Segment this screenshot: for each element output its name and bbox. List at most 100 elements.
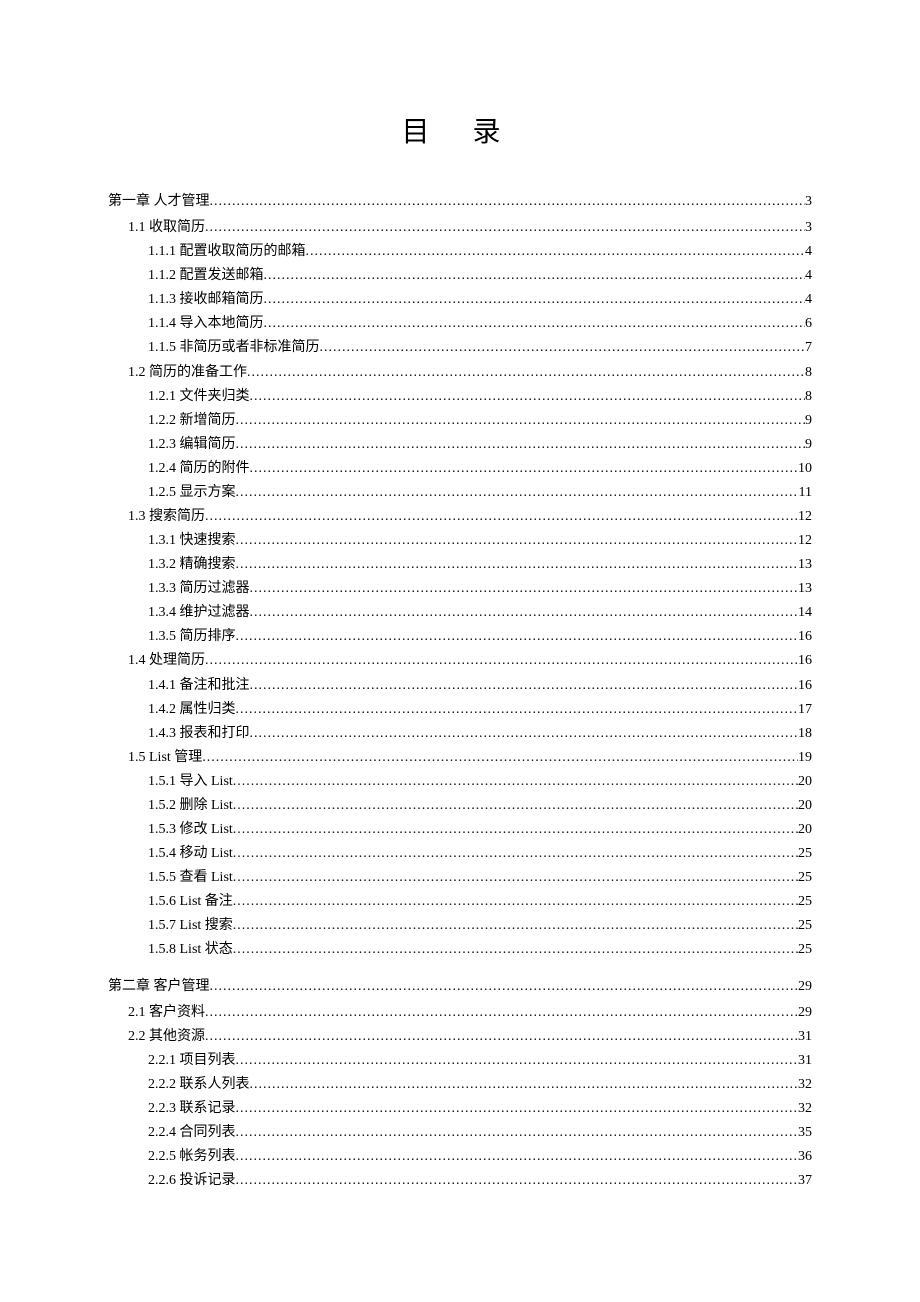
toc-dots bbox=[202, 746, 798, 770]
toc-entry[interactable]: 1.5.8 List 状态25 bbox=[108, 938, 812, 962]
toc-entry-label: 1.5.2 删除 List bbox=[148, 794, 233, 818]
toc-entry-page: 35 bbox=[798, 1121, 812, 1145]
toc-entry[interactable]: 1.2.3 编辑简历 9 bbox=[108, 433, 812, 457]
toc-entry[interactable]: 1.1.4 导入本地简历6 bbox=[108, 312, 812, 336]
toc-entry[interactable]: 2.2 其他资源31 bbox=[108, 1025, 812, 1049]
toc-entry[interactable]: 2.2.5 帐务列表36 bbox=[108, 1145, 812, 1169]
toc-entry-page: 31 bbox=[798, 1049, 812, 1073]
toc-entry-label: 2.2.6 投诉记录 bbox=[148, 1169, 236, 1193]
toc-dots bbox=[233, 914, 798, 938]
toc-entry-label: 1.4.3 报表和打印 bbox=[148, 722, 250, 746]
toc-entry[interactable]: 2.2.1 项目列表31 bbox=[108, 1049, 812, 1073]
toc-entry-page: 20 bbox=[798, 794, 812, 818]
toc-dots bbox=[210, 190, 806, 214]
toc-page: 目 录 第一章 人才管理31.1 收取简历31.1.1 配置收取简历的邮箱41.… bbox=[0, 0, 920, 1273]
toc-entry[interactable]: 1.1.1 配置收取简历的邮箱4 bbox=[108, 240, 812, 264]
toc-entry[interactable]: 1.2.4 简历的附件10 bbox=[108, 457, 812, 481]
toc-entry-label: 第二章 客户管理 bbox=[108, 975, 210, 999]
toc-entry-label: 1.5 List 管理 bbox=[128, 746, 202, 770]
toc-entry-page: 16 bbox=[798, 674, 812, 698]
toc-entry[interactable]: 1.5.6 List 备注25 bbox=[108, 890, 812, 914]
toc-entry-label: 1.5.6 List 备注 bbox=[148, 890, 233, 914]
toc-entry-label: 2.1 客户资料 bbox=[128, 1001, 205, 1025]
toc-dots bbox=[247, 361, 805, 385]
toc-entry-label: 1.5.5 查看 List bbox=[148, 866, 233, 890]
toc-entry-page: 8 bbox=[805, 361, 812, 385]
toc-entry-label: 1.3.4 维护过滤器 bbox=[148, 601, 250, 625]
toc-entry[interactable]: 1.5.4 移动 List25 bbox=[108, 842, 812, 866]
toc-entry-label: 1.2 简历的准备工作 bbox=[128, 361, 247, 385]
toc-entry-label: 1.5.4 移动 List bbox=[148, 842, 233, 866]
toc-entry-page: 11 bbox=[799, 481, 812, 505]
toc-entry[interactable]: 1.1.3 接收邮箱简历4 bbox=[108, 288, 812, 312]
toc-entry[interactable]: 1.4 处理简历16 bbox=[108, 649, 812, 673]
toc-entry[interactable]: 1.4.2 属性归类17 bbox=[108, 698, 812, 722]
toc-entry[interactable]: 2.1 客户资料 29 bbox=[108, 1001, 812, 1025]
toc-dots bbox=[210, 975, 799, 999]
toc-entry[interactable]: 2.2.3 联系记录32 bbox=[108, 1097, 812, 1121]
toc-entry[interactable]: 1.3.2 精确搜索 13 bbox=[108, 553, 812, 577]
toc-entry[interactable]: 1.5.2 删除 List 20 bbox=[108, 794, 812, 818]
toc-container: 第一章 人才管理31.1 收取简历31.1.1 配置收取简历的邮箱41.1.2 … bbox=[108, 190, 812, 1193]
toc-entry[interactable]: 1.1 收取简历3 bbox=[108, 216, 812, 240]
toc-entry-page: 8 bbox=[805, 385, 812, 409]
toc-dots bbox=[233, 866, 798, 890]
toc-entry[interactable]: 2.2.4 合同列表 35 bbox=[108, 1121, 812, 1145]
toc-entry[interactable]: 1.2 简历的准备工作 8 bbox=[108, 361, 812, 385]
toc-entry-label: 1.1.2 配置发送邮箱 bbox=[148, 264, 264, 288]
toc-entry[interactable]: 1.3 搜索简历12 bbox=[108, 505, 812, 529]
toc-entry-page: 4 bbox=[805, 264, 812, 288]
toc-entry-page: 16 bbox=[798, 625, 812, 649]
toc-dots bbox=[250, 457, 799, 481]
toc-dots bbox=[205, 1025, 798, 1049]
toc-entry[interactable]: 1.4.1 备注和批注16 bbox=[108, 674, 812, 698]
toc-entry[interactable]: 1.3.4 维护过滤器14 bbox=[108, 601, 812, 625]
toc-entry[interactable]: 1.5.5 查看 List25 bbox=[108, 866, 812, 890]
toc-entry[interactable]: 1.1.5 非简历或者非标准简历7 bbox=[108, 336, 812, 360]
toc-dots bbox=[264, 312, 806, 336]
toc-dots bbox=[205, 1001, 798, 1025]
toc-entry-label: 2.2.4 合同列表 bbox=[148, 1121, 236, 1145]
toc-entry-page: 3 bbox=[805, 216, 812, 240]
toc-dots bbox=[205, 505, 798, 529]
toc-dots bbox=[236, 433, 806, 457]
toc-entry[interactable]: 1.3.3 简历过滤器13 bbox=[108, 577, 812, 601]
toc-entry[interactable]: 1.4.3 报表和打印18 bbox=[108, 722, 812, 746]
toc-entry-page: 4 bbox=[805, 240, 812, 264]
toc-dots bbox=[264, 288, 806, 312]
toc-entry[interactable]: 第一章 人才管理3 bbox=[108, 190, 812, 214]
toc-entry-label: 2.2.5 帐务列表 bbox=[148, 1145, 236, 1169]
toc-entry-page: 20 bbox=[798, 770, 812, 794]
toc-entry-label: 1.3.5 简历排序 bbox=[148, 625, 236, 649]
toc-entry[interactable]: 2.2.2 联系人列表32 bbox=[108, 1073, 812, 1097]
toc-entry-page: 10 bbox=[798, 457, 812, 481]
toc-entry[interactable]: 1.2.5 显示方案 11 bbox=[108, 481, 812, 505]
toc-entry-page: 32 bbox=[798, 1073, 812, 1097]
toc-entry[interactable]: 1.1.2 配置发送邮箱 4 bbox=[108, 264, 812, 288]
toc-entry[interactable]: 1.5 List 管理19 bbox=[108, 746, 812, 770]
toc-entry-page: 13 bbox=[798, 553, 812, 577]
toc-entry-page: 29 bbox=[798, 1001, 812, 1025]
toc-entry-label: 1.3.1 快速搜索 bbox=[148, 529, 236, 553]
toc-entry-label: 1.3.2 精确搜索 bbox=[148, 553, 236, 577]
toc-entry[interactable]: 1.2.2 新增简历9 bbox=[108, 409, 812, 433]
toc-dots bbox=[236, 1049, 799, 1073]
toc-entry-page: 9 bbox=[805, 433, 812, 457]
toc-entry[interactable]: 1.5.1 导入 List20 bbox=[108, 770, 812, 794]
toc-entry[interactable]: 1.3.1 快速搜索12 bbox=[108, 529, 812, 553]
toc-entry[interactable]: 1.3.5 简历排序 16 bbox=[108, 625, 812, 649]
toc-entry[interactable]: 2.2.6 投诉记录37 bbox=[108, 1169, 812, 1193]
toc-entry-label: 1.2.5 显示方案 bbox=[148, 481, 236, 505]
toc-entry[interactable]: 1.5.7 List 搜索25 bbox=[108, 914, 812, 938]
toc-entry[interactable]: 1.5.3 修改 List20 bbox=[108, 818, 812, 842]
toc-dots bbox=[233, 890, 798, 914]
toc-dots bbox=[236, 481, 799, 505]
toc-entry-page: 20 bbox=[798, 818, 812, 842]
toc-entry-label: 第一章 人才管理 bbox=[108, 190, 210, 214]
toc-dots bbox=[233, 770, 798, 794]
toc-entry-label: 1.4 处理简历 bbox=[128, 649, 205, 673]
toc-entry[interactable]: 1.2.1 文件夹归类8 bbox=[108, 385, 812, 409]
toc-dots bbox=[250, 674, 799, 698]
toc-entry[interactable]: 第二章 客户管理29 bbox=[108, 975, 812, 999]
toc-entry-label: 1.2.3 编辑简历 bbox=[148, 433, 236, 457]
